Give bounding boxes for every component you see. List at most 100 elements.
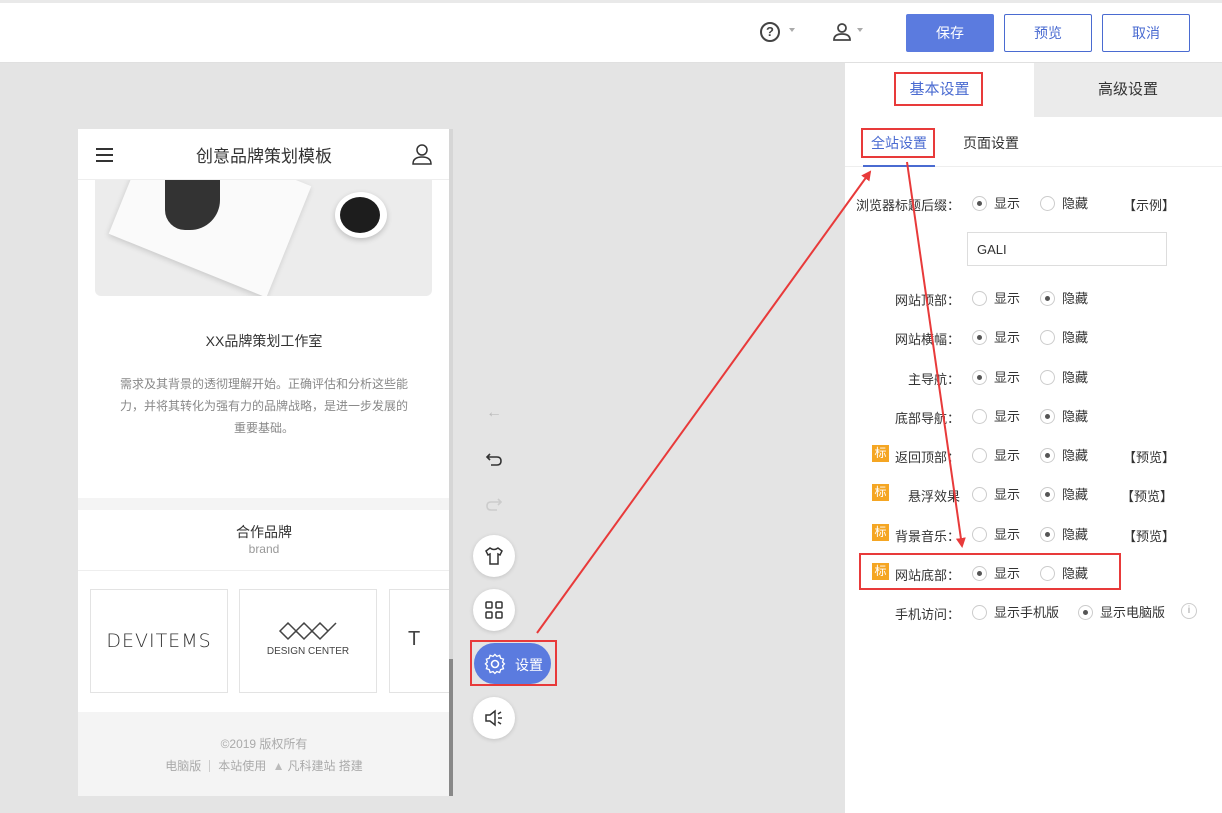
radio-label: 显示 [994,370,1021,385]
powered-by-brand[interactable]: 凡科建站 搭建 [287,759,362,773]
tab-page-settings[interactable]: 页面设置 [963,133,1019,153]
design-center-logo [278,621,337,641]
radio-checked-icon [1040,409,1055,424]
radio-label: 显示 [994,196,1021,211]
radio-unchecked-icon [972,605,987,620]
setting-row-site-header: 网站顶部： 显示 隐藏 [845,288,1222,308]
speaker-icon [485,709,502,727]
arrow-left-icon[interactable]: ← [485,404,503,422]
setting-row-mobile-access: 手机访问： 显示手机版 显示电脑版 i [845,602,1222,622]
divider [78,570,450,571]
example-link[interactable]: 【示例】 [1123,195,1175,214]
divider [209,760,211,772]
radio-label: 显示电脑版 [1100,605,1166,620]
radio-checked-icon [1078,605,1093,620]
setting-label: 网站顶部： [894,293,960,308]
footer-links: 电脑版 本站使用 ▲ 凡科建站 搭建 [78,757,450,774]
show-radio[interactable]: 显示 [972,524,1020,544]
top-toolbar: ? 保存 预览 取消 [0,0,1222,63]
title-suffix-input[interactable] [967,232,1167,266]
setting-label: 手机访问： [894,607,960,622]
radio-unchecked-icon [972,487,987,502]
setting-label: 浏览器标题后缀： [855,198,960,213]
show-radio[interactable]: 显示 [972,193,1020,213]
preview-link[interactable]: 【预览】 [1121,486,1173,505]
radio-checked-icon [1040,527,1055,542]
modules-button[interactable] [473,589,515,631]
music-button[interactable] [473,697,515,739]
setting-row-footer-nav: 底部导航： 显示 隐藏 [845,406,1222,426]
brand-logo-card[interactable]: DEVITEMS [90,589,228,693]
hide-radio[interactable]: 隐藏 [1040,288,1088,308]
hide-radio[interactable]: 隐藏 [1040,484,1088,504]
theme-button[interactable] [473,535,515,577]
radio-label: 显示手机版 [994,605,1060,620]
radio-label: 隐藏 [1062,448,1089,463]
chevron-down-icon[interactable] [789,28,795,32]
desktop-version-link[interactable]: 电脑版 [165,759,201,773]
brand-logo-card[interactable]: T [389,589,450,693]
section-divider [78,498,450,510]
site-title: 创意品牌策划模板 [196,147,332,166]
radio-label: 隐藏 [1062,370,1089,385]
radio-label: 显示 [994,330,1021,345]
studio-title: XX品牌策划工作室 [205,333,323,349]
scrollbar-thumb[interactable] [449,659,453,796]
user-icon[interactable] [832,22,852,42]
preview-link[interactable]: 【预览】 [1123,526,1175,545]
radio-checked-icon [972,196,987,211]
radio-unchecked-icon [972,527,987,542]
show-radio[interactable]: 显示 [972,445,1020,465]
radio-checked-icon [972,370,987,385]
radio-label: 隐藏 [1062,291,1089,306]
cancel-button[interactable]: 取消 [1102,14,1190,52]
brand-logo-text: DESIGN CENTER [266,646,350,657]
setting-label: 主导航： [907,372,960,387]
redo-icon[interactable] [485,495,503,513]
hide-radio[interactable]: 隐藏 [1040,367,1088,387]
show-radio[interactable]: 显示 [972,288,1020,308]
show-radio[interactable]: 显示 [972,406,1020,426]
mobile-version-radio[interactable]: 显示手机版 [972,602,1059,622]
preview-button[interactable]: 预览 [1004,14,1092,52]
mobile-preview: 创意品牌策划模板 XX品牌策划工作室 需求及其背景的透彻理解开始。正确评估和分析… [78,129,450,796]
badge-icon: 标 [872,445,889,462]
setting-row-background-music: 标 背景音乐： 显示 隐藏 【预览】 [845,524,1222,544]
brand-logo-text: T [408,628,421,650]
help-icon[interactable]: ? [760,22,780,42]
radio-unchecked-icon [1040,196,1055,211]
user-icon[interactable] [412,143,432,165]
setting-label: 背景音乐： [894,529,960,544]
show-radio[interactable]: 显示 [972,327,1020,347]
chevron-down-icon[interactable] [857,28,863,32]
mobile-footer [78,712,450,796]
hide-radio[interactable]: 隐藏 [1040,406,1088,426]
save-button[interactable]: 保存 [906,14,994,52]
setting-row-site-banner: 网站横幅： 显示 隐藏 [845,327,1222,347]
hide-radio[interactable]: 隐藏 [1040,445,1088,465]
studio-description: 需求及其背景的透彻理解开始。正确评估和分析这些能力，并将其转化为强有力的品牌战略… [119,377,408,435]
radio-label: 显示 [994,409,1021,424]
info-icon[interactable]: i [1181,603,1197,619]
copyright-text: ©2019 版权所有 [220,737,308,751]
mobile-header: 创意品牌策划模板 [78,129,450,180]
brand-logo-card[interactable]: DESIGN CENTER [239,589,377,693]
tab-advanced-settings[interactable]: 高级设置 [1034,63,1222,117]
radio-label: 显示 [994,448,1021,463]
show-radio[interactable]: 显示 [972,484,1020,504]
setting-label: 悬浮效果 [907,489,960,504]
show-radio[interactable]: 显示 [972,367,1020,387]
hide-radio[interactable]: 隐藏 [1040,524,1088,544]
undo-icon[interactable] [485,450,503,468]
hide-radio[interactable]: 隐藏 [1040,327,1088,347]
hero-image [95,180,432,296]
hide-radio[interactable]: 隐藏 [1040,193,1088,213]
brand-logo-text: DEVITEMS [106,630,212,652]
desktop-version-radio[interactable]: 显示电脑版 [1078,602,1165,622]
radio-checked-icon [972,330,987,345]
annotation-box [470,640,557,686]
preview-scrollbar[interactable] [449,129,453,796]
preview-link[interactable]: 【预览】 [1123,447,1175,466]
setting-label: 底部导航： [894,411,960,426]
radio-label: 隐藏 [1062,330,1089,345]
